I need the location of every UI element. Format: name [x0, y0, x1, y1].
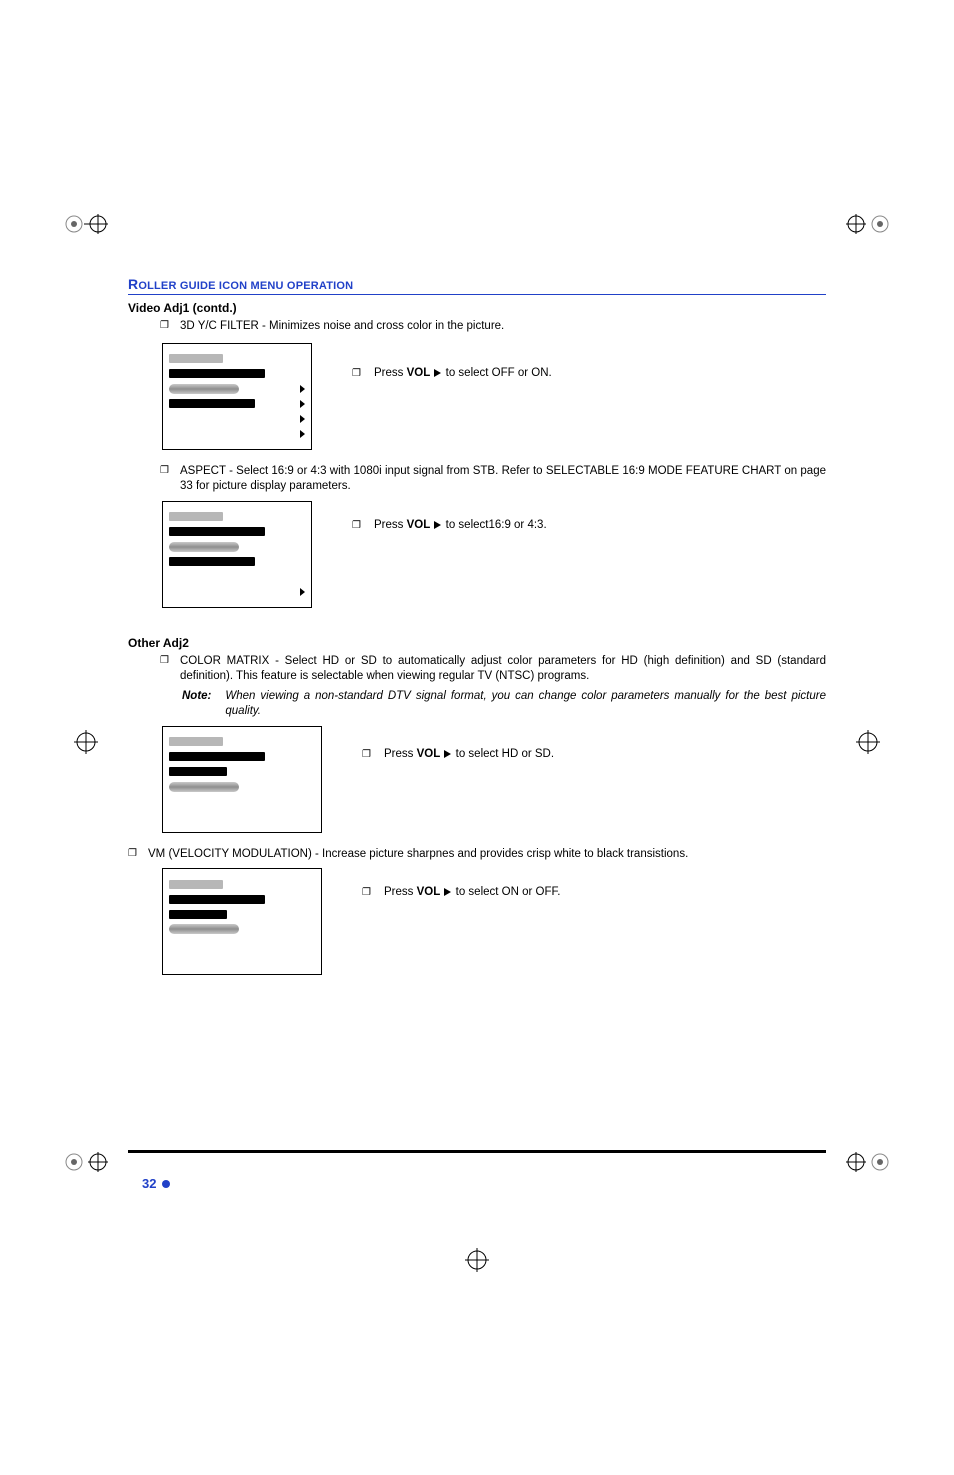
bullet-icon: ❐	[352, 367, 362, 381]
registration-mark-icon	[455, 1238, 499, 1282]
bullet-3d-filter-text: 3D Y/C FILTER - Minimizes noise and cros…	[180, 319, 826, 335]
page-number-value: 32	[142, 1176, 156, 1191]
play-right-icon	[444, 750, 451, 758]
page-footer: 32	[128, 1150, 826, 1193]
bullet-aspect-text: ASPECT - Select 16:9 or 4:3 with 1080i i…	[180, 464, 826, 495]
play-right-icon	[434, 521, 441, 529]
bullet-color-matrix: ❐ COLOR MATRIX - Select HD or SD to auto…	[128, 654, 826, 685]
caption-3d-filter: ❐ Press VOL to select OFF or ON.	[352, 367, 552, 381]
page-number: 32	[128, 1176, 170, 1191]
bullet-vm-text: VM (VELOCITY MODULATION) - Increase pict…	[148, 847, 826, 863]
menu-diagram	[162, 726, 322, 833]
caption-pre: Press	[374, 367, 407, 379]
caption-post: to select OFF or ON.	[442, 367, 551, 379]
footer-rule	[128, 1150, 826, 1153]
caption-aspect: ❐ Press VOL to select16:9 or 4:3.	[352, 519, 547, 533]
bullet-3d-filter: ❐ 3D Y/C FILTER - Minimizes noise and cr…	[128, 319, 826, 335]
bullet-color-matrix-text: COLOR MATRIX - Select HD or SD to automa…	[180, 654, 826, 685]
menu-diagram	[162, 343, 312, 450]
caption-bold: VOL	[417, 886, 441, 898]
page-content: ROLLER GUIDE ICON MENU OPERATION Video A…	[128, 276, 826, 989]
page-dot-icon	[162, 1180, 170, 1188]
registration-mark-icon	[64, 1140, 108, 1184]
video-adj1-heading: Video Adj1 (contd.)	[128, 301, 826, 315]
bullet-icon: ❐	[362, 886, 372, 900]
bullet-icon: ❐	[352, 519, 362, 533]
bullet-aspect: ❐ ASPECT - Select 16:9 or 4:3 with 1080i…	[128, 464, 826, 495]
caption-bold: VOL	[407, 519, 431, 531]
menu-diagram	[162, 868, 322, 975]
registration-mark-icon	[64, 720, 108, 764]
note-label: Note:	[182, 689, 211, 720]
caption-text: Press VOL to select16:9 or 4:3.	[374, 519, 547, 531]
figure-vm: ❐ Press VOL to select ON or OFF.	[162, 868, 826, 975]
section-title-rest: OLLER GUIDE ICON MENU OPERATION	[138, 280, 353, 292]
caption-pre: Press	[384, 886, 417, 898]
play-right-icon	[434, 369, 441, 377]
caption-text: Press VOL to select ON or OFF.	[384, 886, 560, 898]
caption-text: Press VOL to select OFF or ON.	[374, 367, 552, 379]
note-body: When viewing a non-standard DTV signal f…	[225, 689, 826, 720]
registration-mark-icon	[64, 202, 108, 246]
caption-pre: Press	[384, 748, 417, 760]
bullet-icon: ❐	[160, 319, 170, 333]
caption-post: to select16:9 or 4:3.	[442, 519, 546, 531]
caption-text: Press VOL to select HD or SD.	[384, 748, 554, 760]
play-right-icon	[444, 888, 451, 896]
bullet-icon: ❐	[128, 847, 138, 861]
figure-color-matrix: ❐ Press VOL to select HD or SD.	[162, 726, 826, 833]
registration-mark-icon	[846, 720, 890, 764]
caption-vm: ❐ Press VOL to select ON or OFF.	[362, 886, 560, 900]
registration-mark-icon	[846, 202, 890, 246]
other-adj2-heading: Other Adj2	[128, 636, 826, 650]
bullet-icon: ❐	[160, 654, 170, 668]
bullet-vm: ❐ VM (VELOCITY MODULATION) - Increase pi…	[128, 847, 826, 863]
caption-pre: Press	[374, 519, 407, 531]
caption-bold: VOL	[417, 748, 441, 760]
bullet-icon: ❐	[362, 748, 372, 762]
figure-aspect: ❐ Press VOL to select16:9 or 4:3.	[162, 501, 826, 608]
section-title: ROLLER GUIDE ICON MENU OPERATION	[128, 276, 826, 295]
bullet-icon: ❐	[160, 464, 170, 478]
caption-post: to select HD or SD.	[452, 748, 554, 760]
caption-bold: VOL	[407, 367, 431, 379]
caption-color-matrix: ❐ Press VOL to select HD or SD.	[362, 748, 554, 762]
caption-post: to select ON or OFF.	[452, 886, 560, 898]
section-title-prefix: R	[128, 276, 138, 292]
registration-mark-icon	[846, 1140, 890, 1184]
note-row: Note: When viewing a non-standard DTV si…	[128, 689, 826, 720]
menu-diagram	[162, 501, 312, 608]
figure-3d-filter: ❐ Press VOL to select OFF or ON.	[162, 343, 826, 450]
